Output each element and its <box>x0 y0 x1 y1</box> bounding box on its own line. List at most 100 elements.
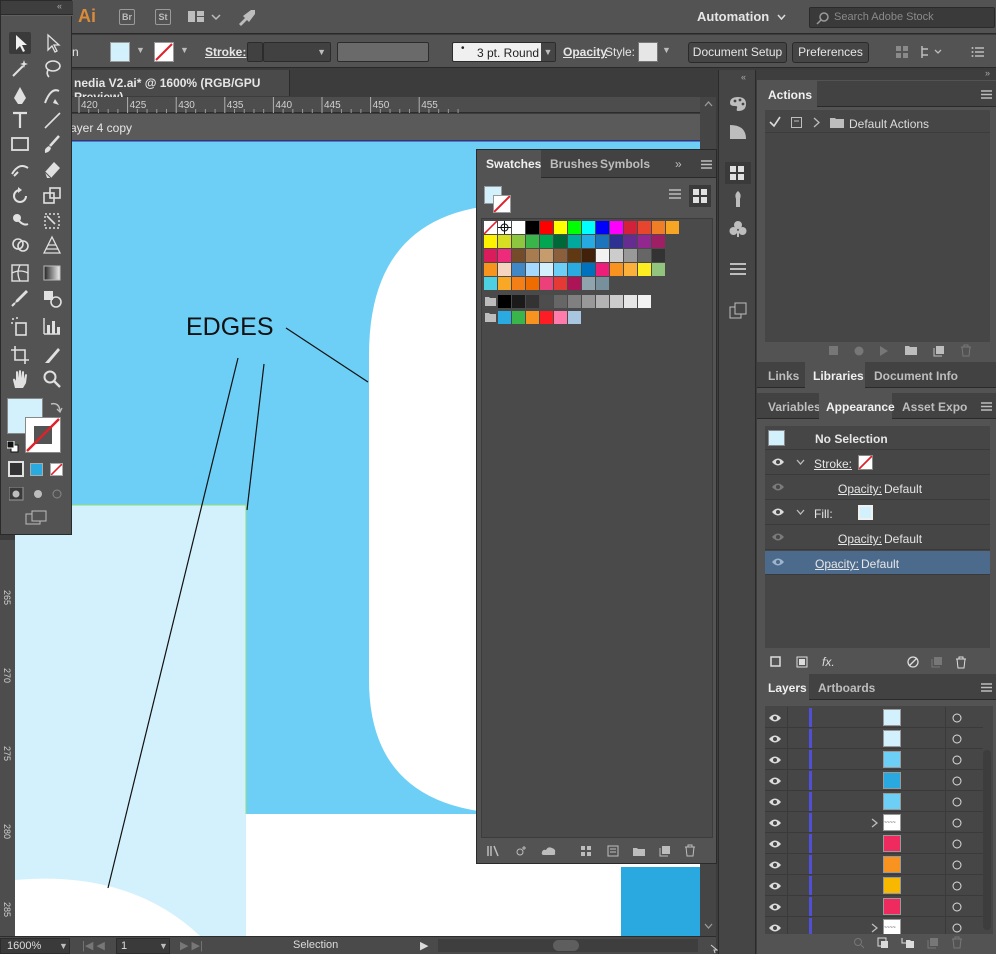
color-swatch[interactable] <box>666 221 679 234</box>
color-swatch[interactable] <box>512 277 525 290</box>
layer-row[interactable] <box>765 770 983 791</box>
scroll-down-icon[interactable] <box>704 923 713 929</box>
preferences-button[interactable]: Preferences <box>792 42 869 63</box>
visibility-eye-icon[interactable] <box>771 507 785 517</box>
transparency-panel-icon[interactable] <box>729 302 747 320</box>
selection-tool-icon[interactable] <box>9 32 31 54</box>
status-menu-icon[interactable]: ▶ <box>420 939 428 952</box>
active-stroke-swatch[interactable] <box>493 195 511 213</box>
align-icon[interactable] <box>895 45 909 59</box>
control-panel-menu-icon[interactable] <box>971 46 985 58</box>
rotate-tool-icon[interactable] <box>9 185 31 207</box>
chevron-down-icon[interactable] <box>796 509 805 515</box>
visibility-eye-icon[interactable] <box>771 457 785 467</box>
color-swatch[interactable] <box>554 277 567 290</box>
tab-swatches[interactable]: Swatches <box>486 157 541 171</box>
color-swatch[interactable] <box>484 249 497 262</box>
gradient-mode-icon[interactable] <box>30 463 43 476</box>
expand-panels-icon[interactable]: « <box>741 72 746 82</box>
line-tool-icon[interactable] <box>41 109 63 131</box>
new-color-group-icon[interactable] <box>632 845 646 857</box>
transform-icon[interactable] <box>920 45 944 59</box>
fill-color-swatch[interactable] <box>110 42 130 62</box>
zoom-field[interactable]: 1600% ▼ <box>0 938 70 954</box>
color-swatch[interactable] <box>540 263 553 276</box>
magic-wand-tool-icon[interactable] <box>9 57 31 79</box>
color-swatch[interactable] <box>568 235 581 248</box>
stroke-panel-icon[interactable] <box>729 262 747 278</box>
chevron-right-icon[interactable] <box>871 923 878 933</box>
visibility-eye-icon[interactable] <box>768 902 782 912</box>
visibility-eye-icon[interactable] <box>771 532 785 542</box>
scroll-up-icon[interactable] <box>704 101 713 107</box>
chevron-down-icon[interactable] <box>796 459 805 465</box>
type-tool-icon[interactable] <box>9 109 31 131</box>
stroke-opacity-row[interactable]: Opacity: Default <box>765 476 990 500</box>
color-swatch[interactable] <box>498 295 511 308</box>
chevron-down-icon[interactable]: ▼ <box>662 45 671 55</box>
scale-tool-icon[interactable] <box>41 185 63 207</box>
color-swatch[interactable] <box>498 263 511 276</box>
target-circle-icon[interactable] <box>952 902 962 912</box>
color-swatch[interactable] <box>596 235 609 248</box>
lasso-tool-icon[interactable] <box>41 57 63 79</box>
color-swatch[interactable] <box>540 311 553 324</box>
color-guide-icon[interactable] <box>729 96 747 112</box>
color-swatch[interactable] <box>540 235 553 248</box>
color-swatch[interactable] <box>512 263 525 276</box>
color-swatch[interactable] <box>596 249 609 262</box>
stroke-label[interactable]: Stroke: <box>205 45 246 59</box>
duplicate-item-icon[interactable] <box>931 656 943 668</box>
artboard-field[interactable]: 1 ▼ <box>116 938 170 954</box>
fx-button[interactable]: fx. <box>822 655 835 669</box>
document-tab[interactable]: nedia V2.ai* @ 1600% (RGB/GPU Preview) <box>70 70 290 104</box>
opacity-label[interactable]: Opacity <box>563 45 607 59</box>
color-swatch[interactable] <box>512 249 525 262</box>
make-clipping-mask-icon[interactable] <box>877 937 889 949</box>
layer-row[interactable] <box>765 749 983 770</box>
color-swatch[interactable] <box>512 311 525 324</box>
new-layer-icon[interactable] <box>927 937 939 949</box>
visibility-eye-icon[interactable] <box>768 839 782 849</box>
add-used-colors-icon[interactable] <box>514 845 528 857</box>
brush-definition[interactable]: • 3 pt. Round ▼ <box>452 42 556 62</box>
screen-mode-icon[interactable] <box>25 510 49 526</box>
target-circle-icon[interactable] <box>952 923 962 933</box>
stroke-stepper[interactable] <box>247 42 263 62</box>
mesh-tool-icon[interactable] <box>9 262 31 284</box>
play-icon[interactable] <box>879 345 889 356</box>
target-circle-icon[interactable] <box>952 881 962 891</box>
add-fill-icon[interactable] <box>796 656 808 668</box>
target-circle-icon[interactable] <box>952 797 962 807</box>
list-view-icon[interactable] <box>668 188 682 202</box>
visibility-eye-icon[interactable] <box>768 860 782 870</box>
color-swatch[interactable] <box>526 295 539 308</box>
gradient-panel-icon[interactable] <box>729 124 747 140</box>
color-group-folder-icon[interactable] <box>484 312 497 323</box>
slice-tool-icon[interactable] <box>41 344 63 366</box>
fill-attribute-label[interactable]: Fill: <box>814 507 833 521</box>
new-swatch-icon[interactable] <box>659 845 671 857</box>
color-swatch[interactable] <box>512 295 525 308</box>
new-set-icon[interactable] <box>904 345 918 356</box>
color-swatch[interactable] <box>554 263 567 276</box>
color-swatch[interactable] <box>638 249 651 262</box>
color-swatch[interactable] <box>596 295 609 308</box>
color-swatch[interactable] <box>540 221 553 234</box>
clear-appearance-icon[interactable] <box>907 656 919 668</box>
fill-attribute-row[interactable]: Fill: <box>765 501 990 525</box>
color-swatch[interactable] <box>568 295 581 308</box>
tab-document-info[interactable]: Document Info <box>874 369 958 383</box>
stock-button[interactable]: St <box>155 9 171 25</box>
gpu-performance-icon[interactable] <box>237 8 257 26</box>
resize-grip-icon[interactable] <box>710 944 718 954</box>
color-mode-icon[interactable] <box>8 461 24 477</box>
default-fill-stroke-icon[interactable] <box>7 441 19 453</box>
chevron-down-icon[interactable]: ▼ <box>136 45 145 55</box>
tab-brushes[interactable]: Brushes <box>550 157 598 171</box>
color-swatch[interactable] <box>568 263 581 276</box>
panel-menu-icon[interactable] <box>981 90 992 99</box>
graphic-style-swatch[interactable] <box>638 42 658 62</box>
isolation-bar[interactable]: ayer 4 copy <box>70 114 700 140</box>
horizontal-ruler[interactable]: 420 425 430 435 440 445 450 455 <box>70 97 700 113</box>
